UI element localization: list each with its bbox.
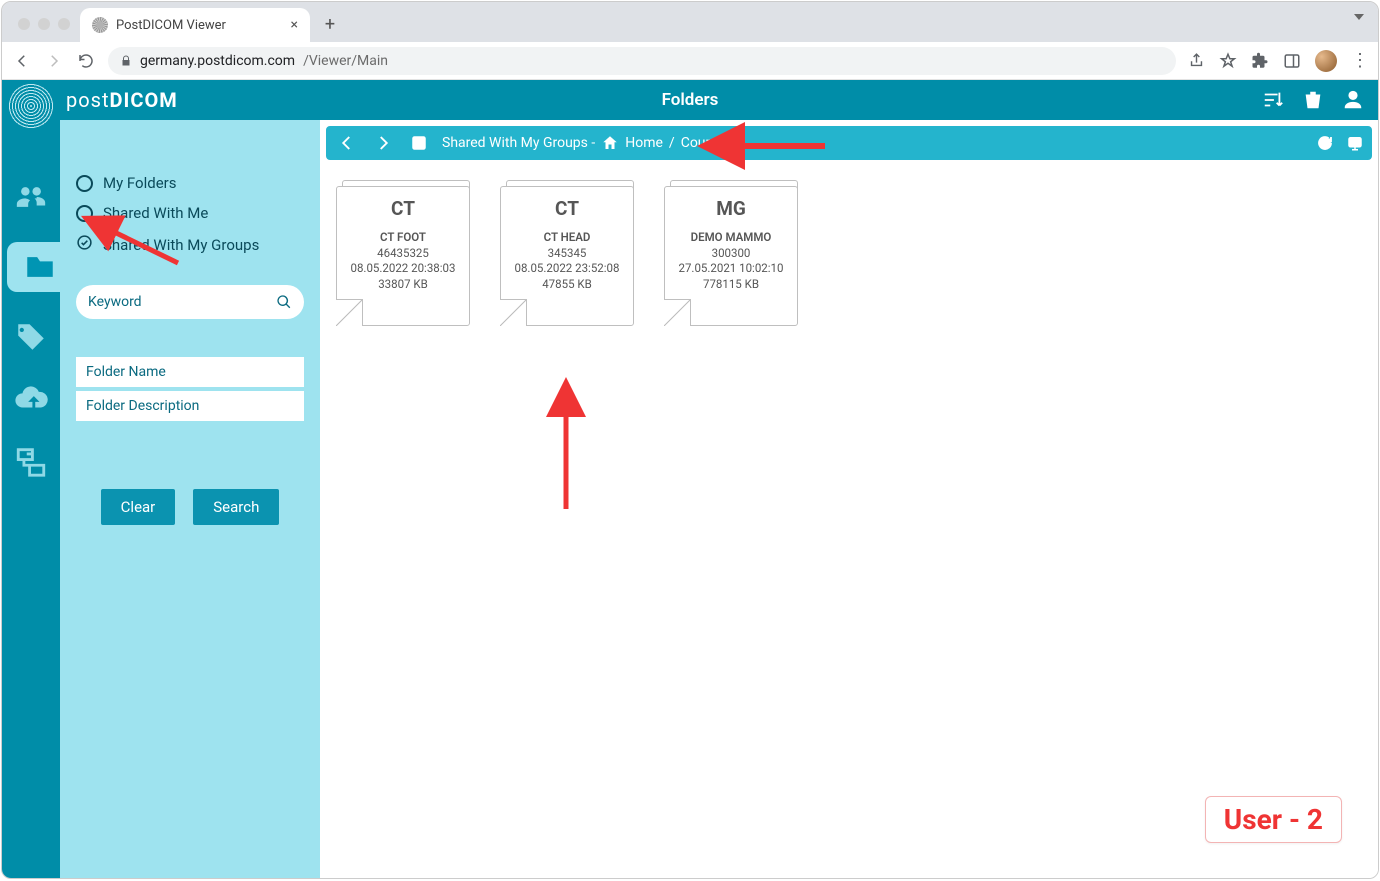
- radio-label: My Folders: [103, 174, 177, 192]
- app-body: My Folders Shared With Me Shared With My…: [2, 120, 1378, 878]
- groups-icon[interactable]: [14, 180, 48, 214]
- study-id: 300300: [712, 246, 751, 262]
- sidepanel-icon[interactable]: [1283, 52, 1301, 70]
- study-card[interactable]: CT CT HEAD 345345 08.05.2022 23:52:08 47…: [500, 180, 640, 328]
- user-annotation-badge: User - 2: [1205, 796, 1342, 843]
- back-button[interactable]: [12, 51, 32, 71]
- breadcrumb: Shared With My Groups - Home / Course 1: [442, 134, 736, 152]
- close-icon[interactable]: ×: [291, 17, 298, 33]
- keyword-input[interactable]: [88, 294, 276, 310]
- radio-shared-with-my-groups[interactable]: Shared With My Groups: [76, 234, 304, 255]
- nav-forward-button[interactable]: [370, 134, 396, 152]
- study-grid: CT CT FOOT 46435325 08.05.2022 20:38:03 …: [326, 160, 1372, 348]
- cloud-upload-icon[interactable]: [14, 382, 48, 416]
- modality-label: MG: [716, 197, 746, 220]
- keyword-search[interactable]: [76, 285, 304, 319]
- app-header: postDICOM Folders: [2, 80, 1378, 120]
- view-icon[interactable]: [1346, 134, 1364, 152]
- browser-window: PostDICOM Viewer × + germany.postdicom.c…: [1, 1, 1379, 879]
- breadcrumb-folder[interactable]: Course 1: [681, 135, 737, 151]
- study-id: 46435325: [377, 246, 429, 262]
- browser-tab[interactable]: PostDICOM Viewer ×: [80, 8, 310, 42]
- url-path: /Viewer/Main: [303, 53, 388, 69]
- nav-back-button[interactable]: [334, 134, 360, 152]
- extensions-icon[interactable]: [1251, 52, 1269, 70]
- radio-checked-icon: [76, 234, 93, 255]
- home-icon[interactable]: [601, 134, 619, 152]
- study-size: 33807 KB: [378, 277, 428, 293]
- nav-rail: [2, 120, 60, 878]
- trash-icon[interactable]: [1302, 89, 1324, 111]
- search-button[interactable]: Search: [193, 489, 279, 525]
- share-icon[interactable]: [1188, 52, 1205, 69]
- folder-scope-radio-group: My Folders Shared With Me Shared With My…: [76, 174, 304, 255]
- star-icon[interactable]: [1219, 52, 1237, 70]
- radio-label: Shared With My Groups: [103, 236, 259, 254]
- favicon-icon: [92, 17, 108, 33]
- study-date: 08.05.2022 20:38:03: [351, 261, 456, 277]
- radio-label: Shared With Me: [103, 204, 208, 222]
- side-panel: My Folders Shared With Me Shared With My…: [60, 120, 320, 878]
- modality-label: CT: [555, 197, 579, 220]
- profile-avatar[interactable]: [1315, 50, 1337, 72]
- browser-tabbar: PostDICOM Viewer × +: [2, 2, 1378, 42]
- address-bar[interactable]: germany.postdicom.com/Viewer/Main: [108, 47, 1176, 75]
- breadcrumb-toolbar: Shared With My Groups - Home / Course 1: [326, 126, 1372, 160]
- sort-icon[interactable]: [1262, 89, 1284, 111]
- clear-button[interactable]: Clear: [101, 489, 176, 525]
- browser-action-icons: ⋮: [1188, 50, 1368, 72]
- search-icon[interactable]: [276, 294, 292, 310]
- tabs-menu-button[interactable]: [1354, 14, 1364, 20]
- lock-icon: [120, 55, 132, 67]
- brand-text: postDICOM: [66, 88, 178, 112]
- study-id: 345345: [548, 246, 587, 262]
- reload-button[interactable]: [76, 51, 96, 71]
- study-date: 08.05.2022 23:52:08: [515, 261, 620, 277]
- study-title: DEMO MAMMO: [691, 230, 772, 246]
- folder-desc-input[interactable]: [76, 391, 304, 421]
- window-traffic-lights: [18, 18, 70, 30]
- toolbar-right: [1316, 134, 1364, 152]
- kebab-menu-icon[interactable]: ⋮: [1351, 50, 1368, 71]
- browser-toolbar: germany.postdicom.com/Viewer/Main ⋮: [2, 42, 1378, 80]
- radio-shared-with-me[interactable]: Shared With Me: [76, 204, 304, 222]
- forward-button[interactable]: [44, 51, 64, 71]
- sync-devices-icon[interactable]: [14, 444, 48, 478]
- study-title: CT HEAD: [544, 230, 591, 246]
- nav-folders-active[interactable]: [7, 242, 65, 292]
- folder-filter-form: [76, 357, 304, 421]
- tab-title: PostDICOM Viewer: [116, 18, 283, 33]
- logo-icon: [2, 80, 60, 120]
- breadcrumb-home[interactable]: Home: [625, 135, 663, 151]
- modality-label: CT: [391, 197, 415, 220]
- study-size: 47855 KB: [542, 277, 592, 293]
- user-icon[interactable]: [1342, 89, 1364, 111]
- breadcrumb-sep: /: [669, 135, 675, 151]
- radio-icon: [76, 205, 93, 222]
- study-size: 778115 KB: [703, 277, 759, 293]
- folder-icon: [23, 250, 57, 284]
- study-card[interactable]: MG DEMO MAMMO 300300 27.05.2021 10:02:10…: [664, 180, 804, 328]
- folder-name-input[interactable]: [76, 357, 304, 387]
- breadcrumb-prefix: Shared With My Groups -: [442, 135, 595, 151]
- folder-up-button[interactable]: [406, 134, 432, 152]
- radio-icon: [76, 175, 93, 192]
- study-title: CT FOOT: [380, 230, 426, 246]
- radio-my-folders[interactable]: My Folders: [76, 174, 304, 192]
- app-root: postDICOM Folders: [2, 80, 1378, 878]
- chevron-down-icon: [1354, 14, 1364, 20]
- new-tab-button[interactable]: +: [316, 10, 344, 38]
- main-content: Shared With My Groups - Home / Course 1: [320, 120, 1378, 878]
- study-date: 27.05.2021 10:02:10: [679, 261, 784, 277]
- page-title: Folders: [662, 90, 719, 110]
- url-host: germany.postdicom.com: [140, 53, 295, 69]
- refresh-icon[interactable]: [1316, 134, 1334, 152]
- study-card[interactable]: CT CT FOOT 46435325 08.05.2022 20:38:03 …: [336, 180, 476, 328]
- header-actions: [1262, 89, 1364, 111]
- tags-icon[interactable]: [14, 320, 48, 354]
- filter-buttons: Clear Search: [76, 489, 304, 525]
